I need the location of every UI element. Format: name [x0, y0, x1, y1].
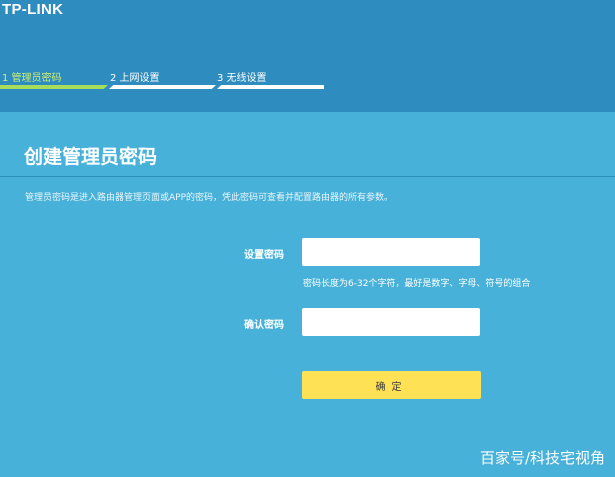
watermark: 百家号/科技宅视角: [479, 449, 605, 467]
step-progress-bar: [0, 85, 108, 89]
password-hint: 密码长度为6-32个字符，最好是数字、字母、符号的组合: [303, 279, 531, 289]
divider: [0, 176, 615, 177]
set-password-input[interactable]: [302, 238, 480, 266]
main-panel: 创建管理员密码 管理员密码是进入路由器管理页面或APP的密码，凭此密码可查看并配…: [0, 112, 615, 477]
step-progress-bar: [109, 85, 216, 89]
header: TP-LINK 1 管理员密码 2 上网设置 3 无线设置: [0, 0, 615, 112]
step-label: 2 上网设置: [110, 73, 160, 84]
setup-steps: 1 管理员密码 2 上网设置 3 无线设置: [0, 66, 330, 92]
confirm-button[interactable]: 确定: [302, 371, 481, 399]
step-internet-setup[interactable]: 2 上网设置: [108, 66, 216, 92]
step-label: 3 无线设置: [217, 73, 267, 84]
tp-link-logo: TP-LINK: [2, 1, 64, 18]
page-description: 管理员密码是进入路由器管理页面或APP的密码，凭此密码可查看并配置路由器的所有参…: [25, 193, 394, 203]
page-title: 创建管理员密码: [24, 146, 158, 168]
confirm-password-input[interactable]: [302, 308, 480, 336]
set-password-label: 设置密码: [244, 250, 284, 261]
step-progress-bar: [217, 85, 324, 89]
step-admin-password[interactable]: 1 管理员密码: [0, 66, 108, 92]
step-label: 1 管理员密码: [2, 73, 62, 84]
step-wireless-setup[interactable]: 3 无线设置: [216, 66, 324, 92]
confirm-password-label: 确认密码: [244, 320, 284, 331]
